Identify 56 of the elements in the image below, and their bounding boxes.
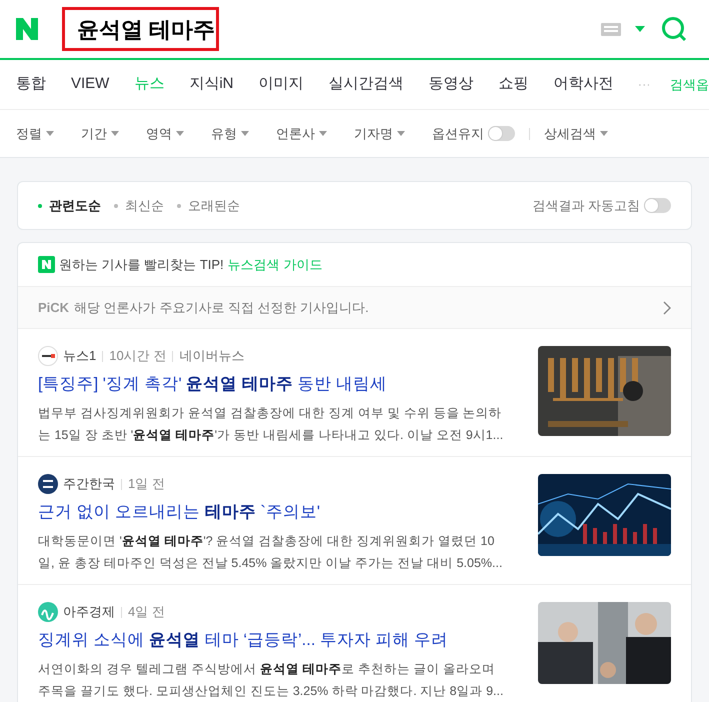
time-text: 1일 전 <box>128 475 165 494</box>
press-name[interactable]: 아주경제 <box>63 602 115 622</box>
news-logo-icon <box>38 474 58 494</box>
caret-icon <box>176 131 184 136</box>
pick-description: 해당 언론사가 주요기사로 직접 선정한 기사입니다. <box>74 298 369 317</box>
category-tab[interactable]: 지식iN <box>189 73 234 96</box>
category-tab[interactable]: 동영상 <box>428 73 474 96</box>
filter-dropdown[interactable]: 영역 <box>146 124 184 144</box>
naver-news-link[interactable]: 네이버뉴스 <box>179 346 244 366</box>
category-tab[interactable]: 쇼핑 <box>498 73 529 96</box>
keyboard-icon[interactable] <box>601 22 621 36</box>
article-title[interactable]: [특징주] '징계 촉각' 윤석열 테마주 동반 내림세 <box>38 372 520 397</box>
filter-dropdown[interactable]: 기간 <box>81 124 119 144</box>
filter-dropdown[interactable]: 기자명 <box>354 124 405 144</box>
filter-dropdown[interactable]: 유형 <box>211 124 249 144</box>
filter-dropdown[interactable]: 정렬 <box>16 124 54 144</box>
logo-icon <box>38 256 55 273</box>
category-tab[interactable]: 이미지 <box>258 73 304 96</box>
press-name[interactable]: 뉴스1 <box>63 346 96 366</box>
dropdown-arrow-icon[interactable] <box>635 26 645 32</box>
article-summary: 서연이화의 경우 텔레그램 주식방에서 윤석열 테마주로 추천하는 글이 올라오며 주목을 끌기도 했다. 모피생산업체인 진도는 3.25% 하락 마감했다. 지난 8일과 9... <box>38 660 504 700</box>
caret-icon <box>319 131 327 136</box>
chevron-right-icon[interactable] <box>663 300 671 314</box>
caret-icon <box>46 131 54 136</box>
caret-icon <box>111 131 119 136</box>
caret-icon <box>600 131 608 136</box>
category-tab[interactable]: 어학사전 <box>554 73 614 96</box>
time-text: 4일 전 <box>128 603 165 622</box>
press-name[interactable]: 주간한국 <box>63 474 115 494</box>
caret-icon <box>397 131 405 136</box>
news-logo-icon <box>38 602 58 622</box>
pick-label: PiCK <box>38 298 70 317</box>
logo-icon[interactable] <box>16 18 38 40</box>
search-icon[interactable] <box>661 16 687 42</box>
category-tab[interactable]: VIEW <box>71 73 110 96</box>
caret-icon <box>241 131 249 136</box>
toggle-switch[interactable] <box>644 198 671 213</box>
news-logo-icon <box>38 346 58 366</box>
sort-option[interactable]: 오래된순 <box>177 196 240 216</box>
sort-option[interactable]: 최신순 <box>114 196 164 216</box>
article-title[interactable]: 징계위 소식에 윤석열 테마 ‘급등락’... 투자자 피해 우려 <box>38 628 520 653</box>
auto-refresh-label: 검색결과 자동고침 <box>532 196 640 215</box>
article-summary: 법무부 검사징계위원회가 윤석열 검찰총장에 대한 징계 여부 및 수위 등을 논의하 는 15일 장 초반 '윤석열 테마주'가 동반 내림세를 나타내고 있다. 이날 오전 9시1... <box>38 404 504 444</box>
category-tab[interactable]: 실시간검색 <box>328 73 404 96</box>
search-field[interactable]: 윤석열 테마주 <box>62 7 219 51</box>
article-title[interactable]: 근거 없이 오르내리는 테마주 `주의보' <box>38 500 520 525</box>
category-tab[interactable]: 통합 <box>16 73 46 96</box>
option-label: 옵션유지 <box>432 124 484 143</box>
toggle-switch[interactable] <box>488 126 515 141</box>
sort-option[interactable]: 관련도순 <box>38 196 101 216</box>
time-text: 10시간 전 <box>109 347 166 366</box>
article-summary: 대학동문이면 '윤석열 테마주'? 윤석열 검찰총장에 대한 징계위원회가 열렸던 10 일, 윤 총장 테마주인 덕성은 전날 5.45% 올랐지만 이날 주가는 전날 대비 5.05%... <box>38 532 504 572</box>
more-icon[interactable] <box>638 82 649 86</box>
filter-dropdown[interactable]: 언론사 <box>276 124 327 144</box>
tip-text: 원하는 기사를 빨리찾는 TIP! <box>59 256 224 274</box>
filter-dropdown[interactable]: 상세검색 <box>544 124 608 144</box>
